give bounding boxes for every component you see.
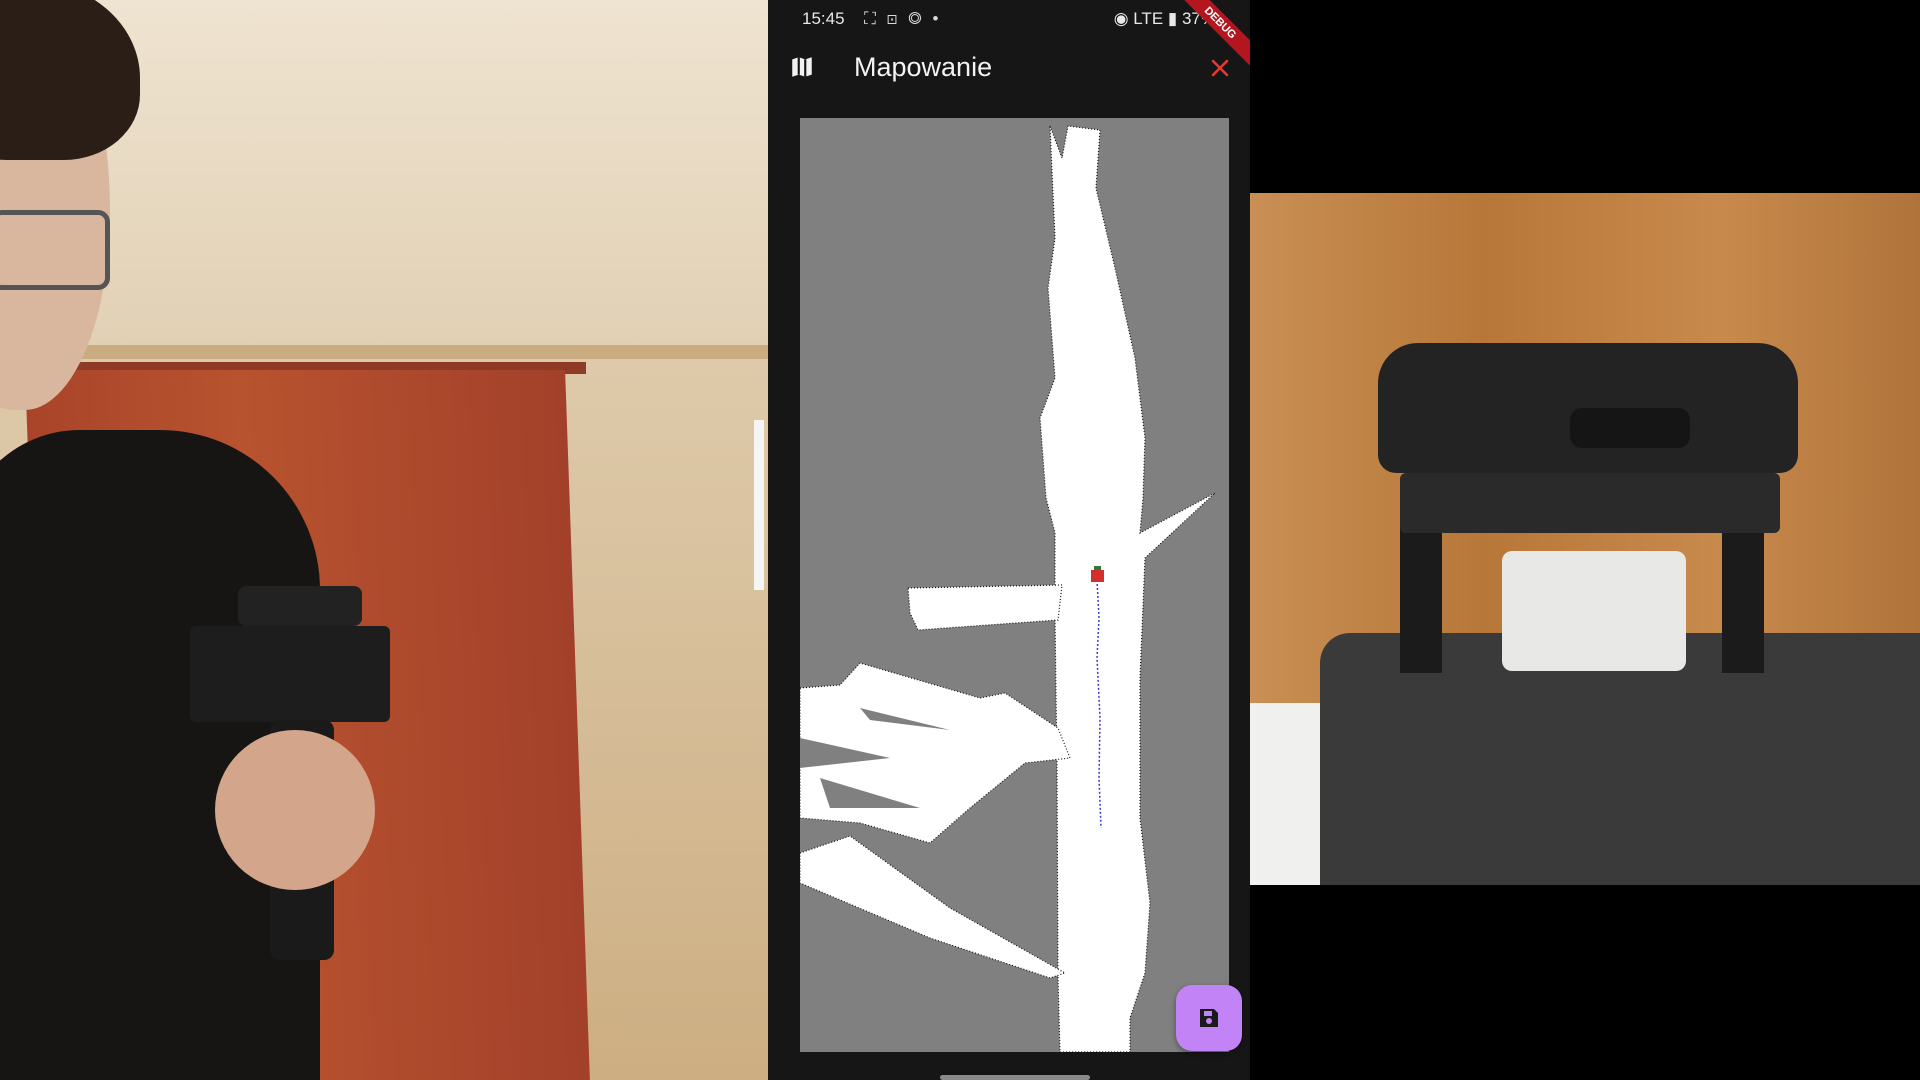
person-hair [0, 0, 140, 160]
lidar-motor [1502, 551, 1686, 671]
lidar-leg [1722, 523, 1764, 673]
wall-band [0, 345, 768, 359]
status-bar: 15:45 ⛶ ⊡ ◎ • ◉ LTE ▮ 37% DEBUG [768, 0, 1250, 72]
status-time: 15:45 [802, 9, 845, 28]
phone-screen: 15:45 ⛶ ⊡ ◎ • ◉ LTE ▮ 37% DEBUG Mapowani… [768, 0, 1250, 1080]
glasses [0, 210, 110, 290]
close-icon [1211, 59, 1229, 77]
wall-strip [754, 420, 764, 590]
lidar-base [1400, 473, 1780, 533]
hand [215, 730, 375, 890]
save-map-button[interactable] [1176, 985, 1242, 1051]
robot-marker [1091, 570, 1104, 582]
save-icon [1200, 1009, 1218, 1027]
close-button[interactable] [1200, 48, 1240, 88]
occupancy-map[interactable] [800, 118, 1229, 1052]
page-title: Mapowanie [854, 52, 993, 82]
notification-icons: ⛶ ⊡ ◎ • [864, 9, 942, 28]
lidar-leg [1400, 523, 1442, 673]
handheld-lidar-top [238, 586, 362, 626]
app-bar: Mapowanie [768, 40, 1250, 96]
right-camera-feed [1250, 193, 1920, 885]
map-drawing [800, 125, 1216, 1052]
lidar-window [1570, 408, 1690, 448]
handheld-lidar-body [190, 626, 390, 722]
left-camera-feed [0, 0, 768, 1080]
home-indicator [940, 1075, 1090, 1080]
map-icon [789, 54, 815, 80]
